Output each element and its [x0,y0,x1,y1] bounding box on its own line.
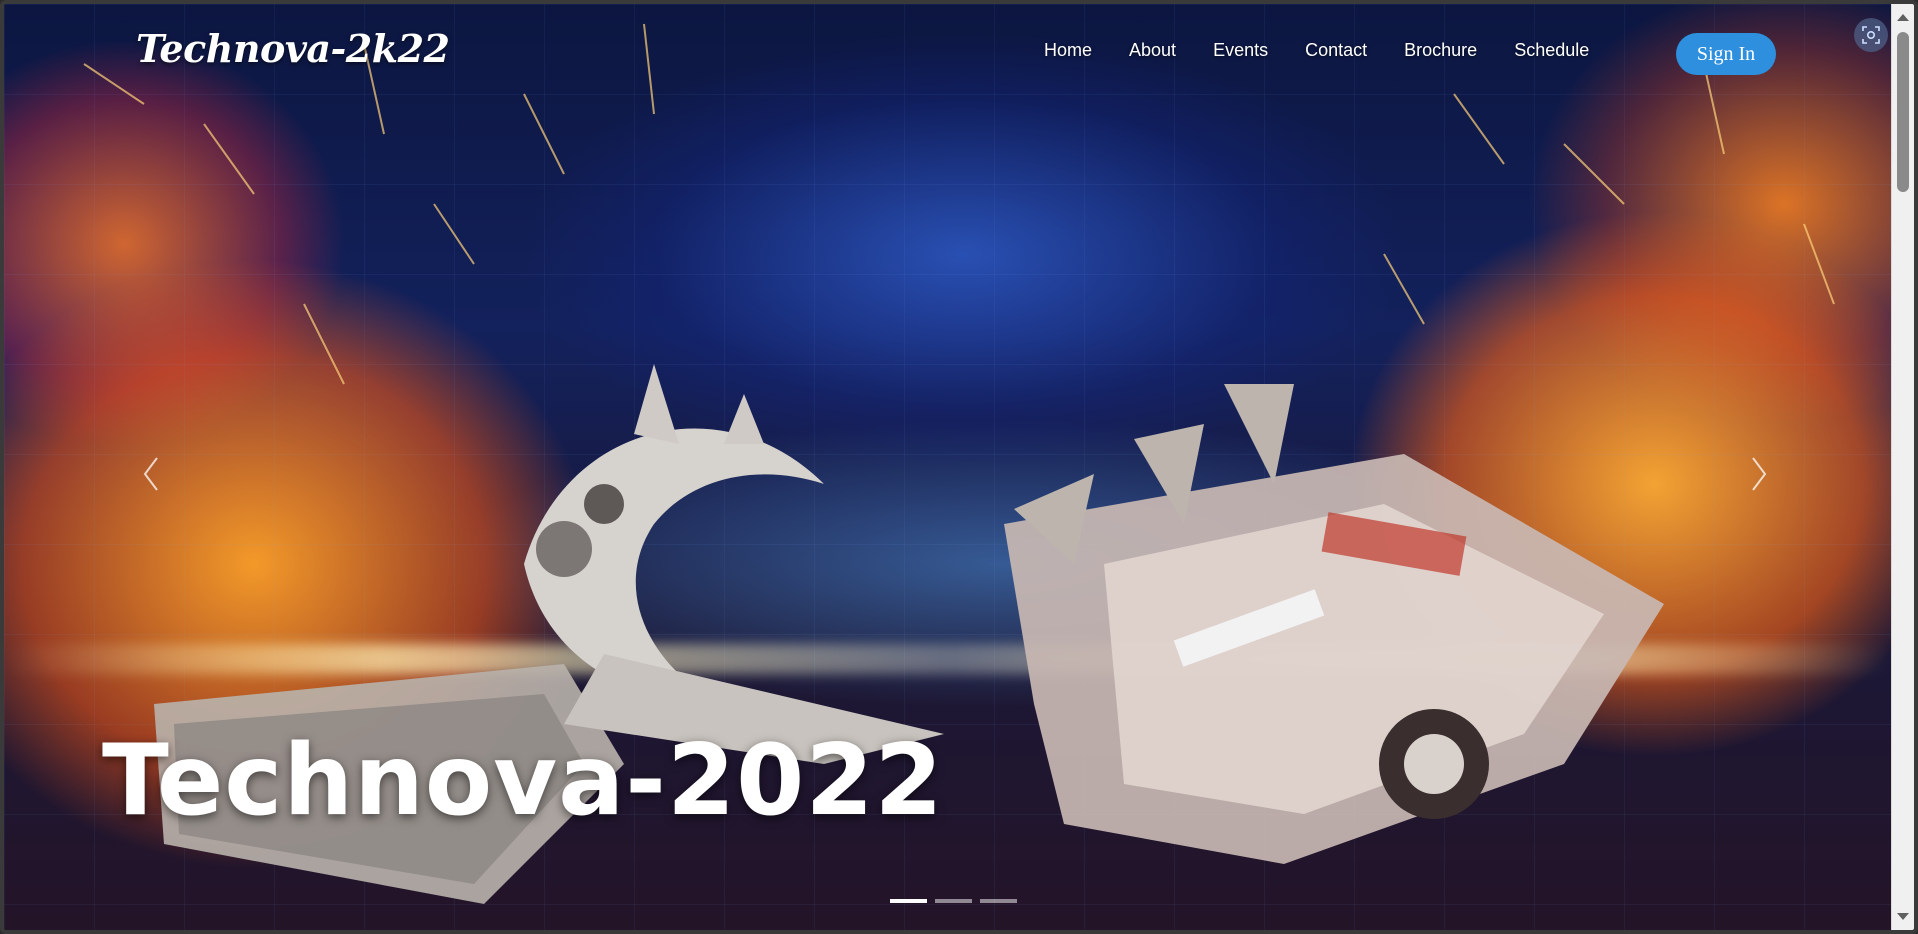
nav-link-brochure[interactable]: Brochure [1404,40,1477,61]
nav-link-events[interactable]: Events [1213,40,1268,61]
hero-carousel: Technova-2k22 Home About Events Contact … [4,4,1892,930]
site-logo[interactable]: Technova-2k22 [136,26,450,71]
carousel-indicator-2[interactable] [935,899,972,903]
carousel-prev-button[interactable] [136,449,166,499]
nav-link-contact[interactable]: Contact [1305,40,1367,61]
chevron-left-icon [143,457,158,491]
scroll-down-arrow-icon[interactable] [1897,913,1909,920]
screenshot-capture-icon [1862,26,1880,44]
right-robot [1004,384,1664,864]
carousel-indicator-3[interactable] [980,899,1017,903]
nav-link-about[interactable]: About [1129,40,1176,61]
chevron-right-icon [1752,457,1767,491]
carousel-indicators [890,899,1017,903]
carousel-next-button[interactable] [1744,449,1774,499]
nav-link-home[interactable]: Home [1044,40,1092,61]
carousel-indicator-1[interactable] [890,899,927,903]
browser-viewport: Technova-2k22 Home About Events Contact … [0,0,1918,934]
screenshot-capture-button[interactable] [1854,18,1888,52]
page-scrollbar[interactable] [1891,4,1914,930]
nav-link-schedule[interactable]: Schedule [1514,40,1589,61]
hero-headline: Technova-2022 [102,724,944,838]
scroll-up-arrow-icon[interactable] [1897,14,1909,21]
scrollbar-thumb[interactable] [1897,32,1909,192]
main-nav: Home About Events Contact Brochure Sched… [1044,40,1626,61]
sign-in-button[interactable]: Sign In [1676,33,1776,75]
navbar: Technova-2k22 Home About Events Contact … [4,4,1870,104]
